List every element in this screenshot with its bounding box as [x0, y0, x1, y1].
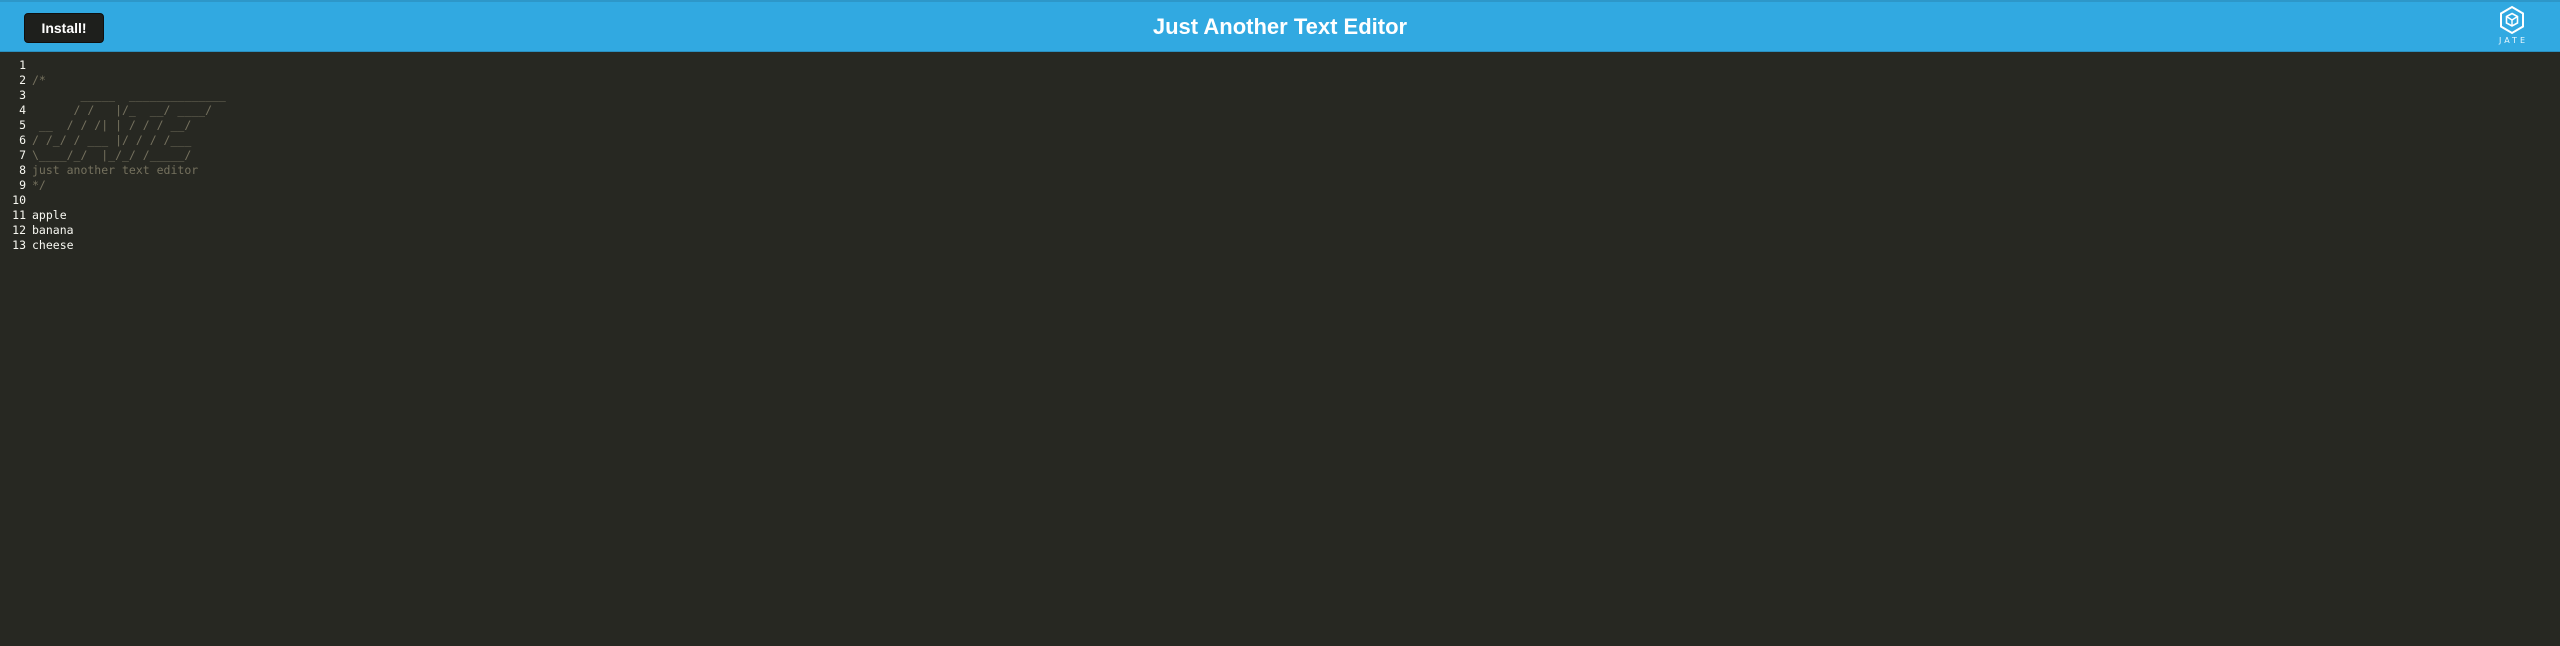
line-content[interactable]: apple — [26, 208, 2560, 223]
line-content[interactable]: / /_/ / ___ |/ / / /___ — [26, 133, 2560, 148]
cube-icon — [2500, 5, 2524, 35]
line-number: 10 — [12, 193, 26, 207]
editor-line[interactable]: 9 */ — [0, 178, 2560, 193]
line-number: 11 — [12, 208, 26, 222]
line-content[interactable]: __ / / /| | / / / __/ — [26, 118, 2560, 133]
line-number: 12 — [12, 223, 26, 237]
line-number: 5 — [19, 118, 26, 132]
line-number: 3 — [19, 88, 26, 102]
app-title: Just Another Text Editor — [1152, 14, 1408, 39]
line-number: 1 — [19, 58, 26, 72]
line-content[interactable] — [26, 193, 2560, 208]
editor-line[interactable]: 7 \____/_/ |_/_/ /_____/ — [0, 148, 2560, 163]
line-content[interactable]: \____/_/ |_/_/ /_____/ — [26, 148, 2560, 163]
editor-line[interactable]: 4 / / |/_ __/ ____/ — [0, 103, 2560, 118]
editor-line[interactable]: 10 — [0, 193, 2560, 208]
code-editor[interactable]: 1 2/* 3 _____ ______________ 4 / / |/_ __/ … — [0, 52, 2560, 646]
line-number: 6 — [19, 133, 26, 147]
editor-line[interactable]: 11 apple — [0, 208, 2560, 223]
app-window: Install! Just Another Text Editor JATE 1… — [0, 0, 2560, 646]
editor-line[interactable]: 1 — [0, 58, 2560, 73]
line-content[interactable]: cheese — [26, 238, 2560, 253]
line-content[interactable]: /* — [26, 73, 2560, 88]
line-number: 8 — [19, 163, 26, 177]
line-number: 2 — [19, 73, 26, 87]
navbar: Install! Just Another Text Editor JATE — [0, 0, 2560, 52]
logo-text: JATE — [2498, 36, 2528, 45]
editor-line[interactable]: 12 banana — [0, 223, 2560, 238]
line-content[interactable]: */ — [26, 178, 2560, 193]
line-number: 4 — [19, 103, 26, 117]
line-number: 13 — [12, 238, 26, 252]
line-content[interactable] — [26, 58, 2560, 73]
editor-line[interactable]: 2/* — [0, 73, 2560, 88]
editor-line[interactable]: 13 cheese — [0, 238, 2560, 253]
line-content[interactable]: just another text editor — [26, 163, 2560, 178]
line-content[interactable]: / / |/_ __/ ____/ — [26, 103, 2560, 118]
jate-logo: JATE — [2490, 5, 2534, 51]
editor-line[interactable]: 6/ /_/ / ___ |/ / / /___ — [0, 133, 2560, 148]
line-number: 7 — [19, 148, 26, 162]
line-number: 9 — [19, 178, 26, 192]
editor-line[interactable]: 8 just another text editor — [0, 163, 2560, 178]
line-content[interactable]: _____ ______________ — [26, 88, 2560, 103]
editor-line[interactable]: 3 _____ ______________ — [0, 88, 2560, 103]
editor-line[interactable]: 5 __ / / /| | / / / __/ — [0, 118, 2560, 133]
line-content[interactable]: banana — [26, 223, 2560, 238]
